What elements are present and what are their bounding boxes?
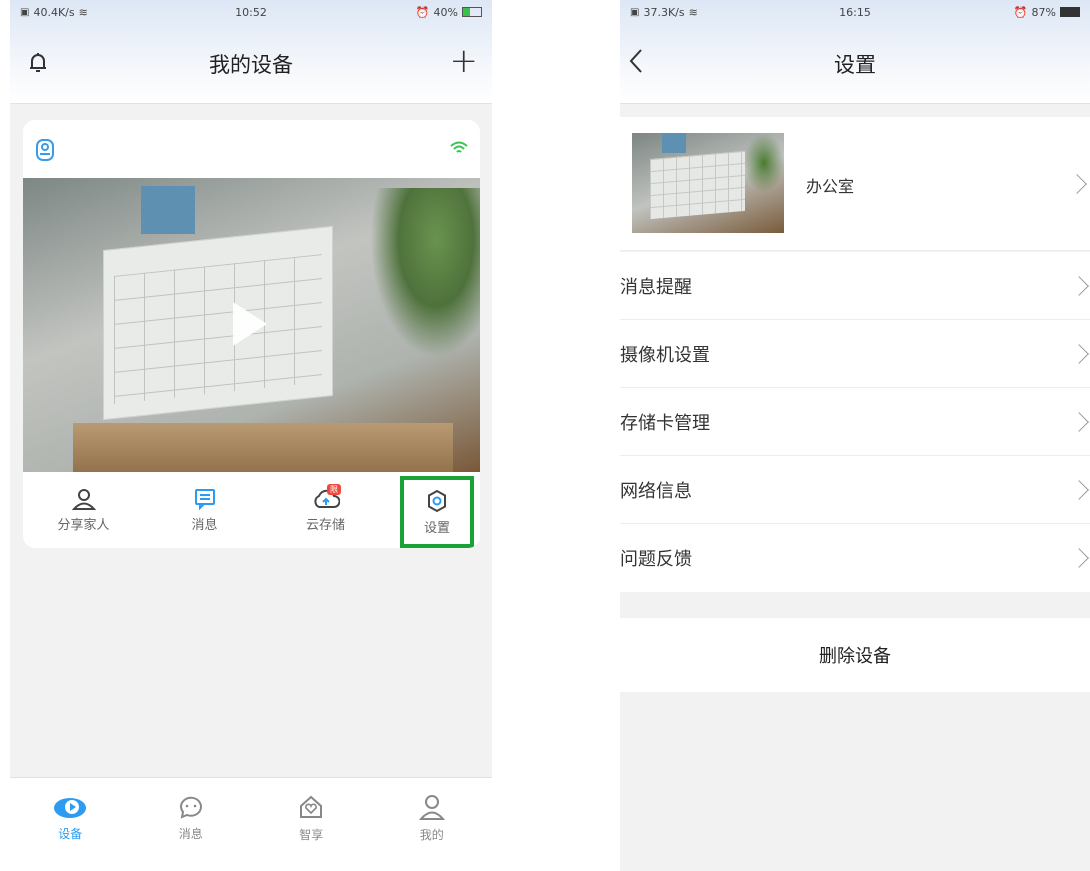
network-speed: 40.4K/s	[33, 5, 75, 19]
message-icon	[194, 488, 215, 510]
camera-preview[interactable]	[23, 178, 480, 472]
settings-list: 消息提醒 摄像机设置 存储卡管理 网络信息 问题反馈	[620, 252, 1090, 592]
device-info-row[interactable]: 办公室	[620, 117, 1090, 251]
top-nav: 设置	[620, 24, 1090, 104]
battery-icon	[1060, 7, 1080, 17]
tab-smart-label: 智享	[299, 827, 324, 842]
messages-label: 消息	[191, 517, 218, 533]
chevron-right-icon	[1069, 480, 1089, 500]
alarm-icon: ⏰	[1013, 5, 1028, 19]
home-heart-icon	[300, 795, 323, 818]
bottom-tab-bar: 设备 消息 智享 我的	[10, 777, 492, 858]
device-thumbnail	[632, 133, 784, 233]
add-device-button[interactable]: +	[450, 44, 479, 78]
preview-calendar	[103, 225, 333, 421]
wifi-signal-icon	[450, 140, 468, 159]
wifi-icon: ≋	[688, 5, 698, 19]
tab-me-label: 我的	[419, 827, 444, 842]
chevron-right-icon	[1069, 344, 1089, 364]
battery-icon	[462, 7, 482, 17]
chevron-right-icon	[1069, 276, 1089, 296]
status-bar: ▣ 37.3K/s ≋ 16:15 ⏰ 87%	[620, 0, 1090, 24]
top-nav: 我的设备 +	[10, 24, 492, 104]
wifi-icon: ≋	[78, 5, 88, 19]
status-time: 10:52	[235, 5, 267, 19]
person-icon	[71, 488, 96, 510]
device-card: 分享家人 消息 限 云存储 设置	[23, 120, 480, 548]
play-icon[interactable]	[233, 302, 267, 346]
page-title: 我的设备	[209, 53, 293, 77]
sim-icon: ▣	[20, 6, 30, 18]
preview-calendar-stand	[73, 423, 453, 472]
camera-device-icon	[35, 138, 55, 166]
battery-level: 40%	[433, 5, 458, 19]
settings-screen: ▣ 37.3K/s ≋ 16:15 ⏰ 87% 设置 办公室 消息提醒 摄像机设…	[620, 0, 1090, 871]
settings-item-camera[interactable]: 摄像机设置	[620, 320, 1090, 388]
page-title: 设置	[834, 53, 876, 77]
settings-item-feedback[interactable]: 问题反馈	[620, 524, 1090, 592]
settings-item-label: 摄像机设置	[620, 344, 710, 366]
tab-smart[interactable]: 智享	[251, 778, 372, 858]
tab-devices-label: 设备	[58, 826, 83, 841]
alarm-icon: ⏰	[415, 5, 430, 19]
chevron-right-icon	[1069, 412, 1089, 432]
chat-icon	[179, 796, 202, 819]
gear-icon	[428, 489, 446, 512]
settings-item-notifications[interactable]: 消息提醒	[620, 252, 1090, 320]
tab-messages[interactable]: 消息	[131, 778, 252, 858]
status-bar: ▣ 40.4K/s ≋ 10:52 ⏰ 40%	[10, 0, 492, 24]
tab-messages-label: 消息	[178, 826, 203, 841]
settings-item-label: 消息提醒	[620, 276, 692, 298]
device-list-screen: ▣ 40.4K/s ≋ 10:52 ⏰ 40% 我的设备 + 分享家人 消息 限…	[10, 0, 492, 858]
settings-label: 设置	[423, 520, 450, 536]
settings-item-label: 存储卡管理	[620, 412, 710, 434]
settings-item-network[interactable]: 网络信息	[620, 456, 1090, 524]
chevron-right-icon	[1069, 548, 1089, 568]
preview-plant	[370, 188, 480, 358]
preview-background-object	[141, 186, 195, 234]
settings-item-label: 问题反馈	[620, 549, 692, 570]
messages-button[interactable]: 消息	[144, 472, 265, 548]
device-play-icon	[54, 797, 87, 818]
battery-level: 87%	[1031, 5, 1056, 19]
share-family-label: 分享家人	[57, 517, 110, 533]
cloud-badge: 限	[327, 484, 341, 495]
delete-device-button[interactable]: 删除设备	[620, 618, 1090, 692]
settings-button[interactable]: 设置	[400, 476, 474, 548]
settings-item-label: 网络信息	[620, 480, 692, 502]
cloud-storage-button[interactable]: 限 云存储	[265, 472, 386, 548]
share-family-button[interactable]: 分享家人	[23, 472, 144, 548]
device-actions: 分享家人 消息 限 云存储 设置	[23, 472, 480, 548]
sim-icon: ▣	[630, 6, 640, 18]
status-time: 16:15	[839, 5, 871, 19]
tab-me[interactable]: 我的	[372, 778, 493, 858]
device-name: 办公室	[806, 177, 855, 196]
tab-devices[interactable]: 设备	[10, 778, 131, 858]
network-speed: 37.3K/s	[643, 5, 685, 19]
chevron-right-icon	[1067, 174, 1087, 194]
settings-item-sd-card[interactable]: 存储卡管理	[620, 388, 1090, 456]
cloud-storage-label: 云存储	[305, 517, 345, 533]
user-icon	[418, 794, 445, 820]
